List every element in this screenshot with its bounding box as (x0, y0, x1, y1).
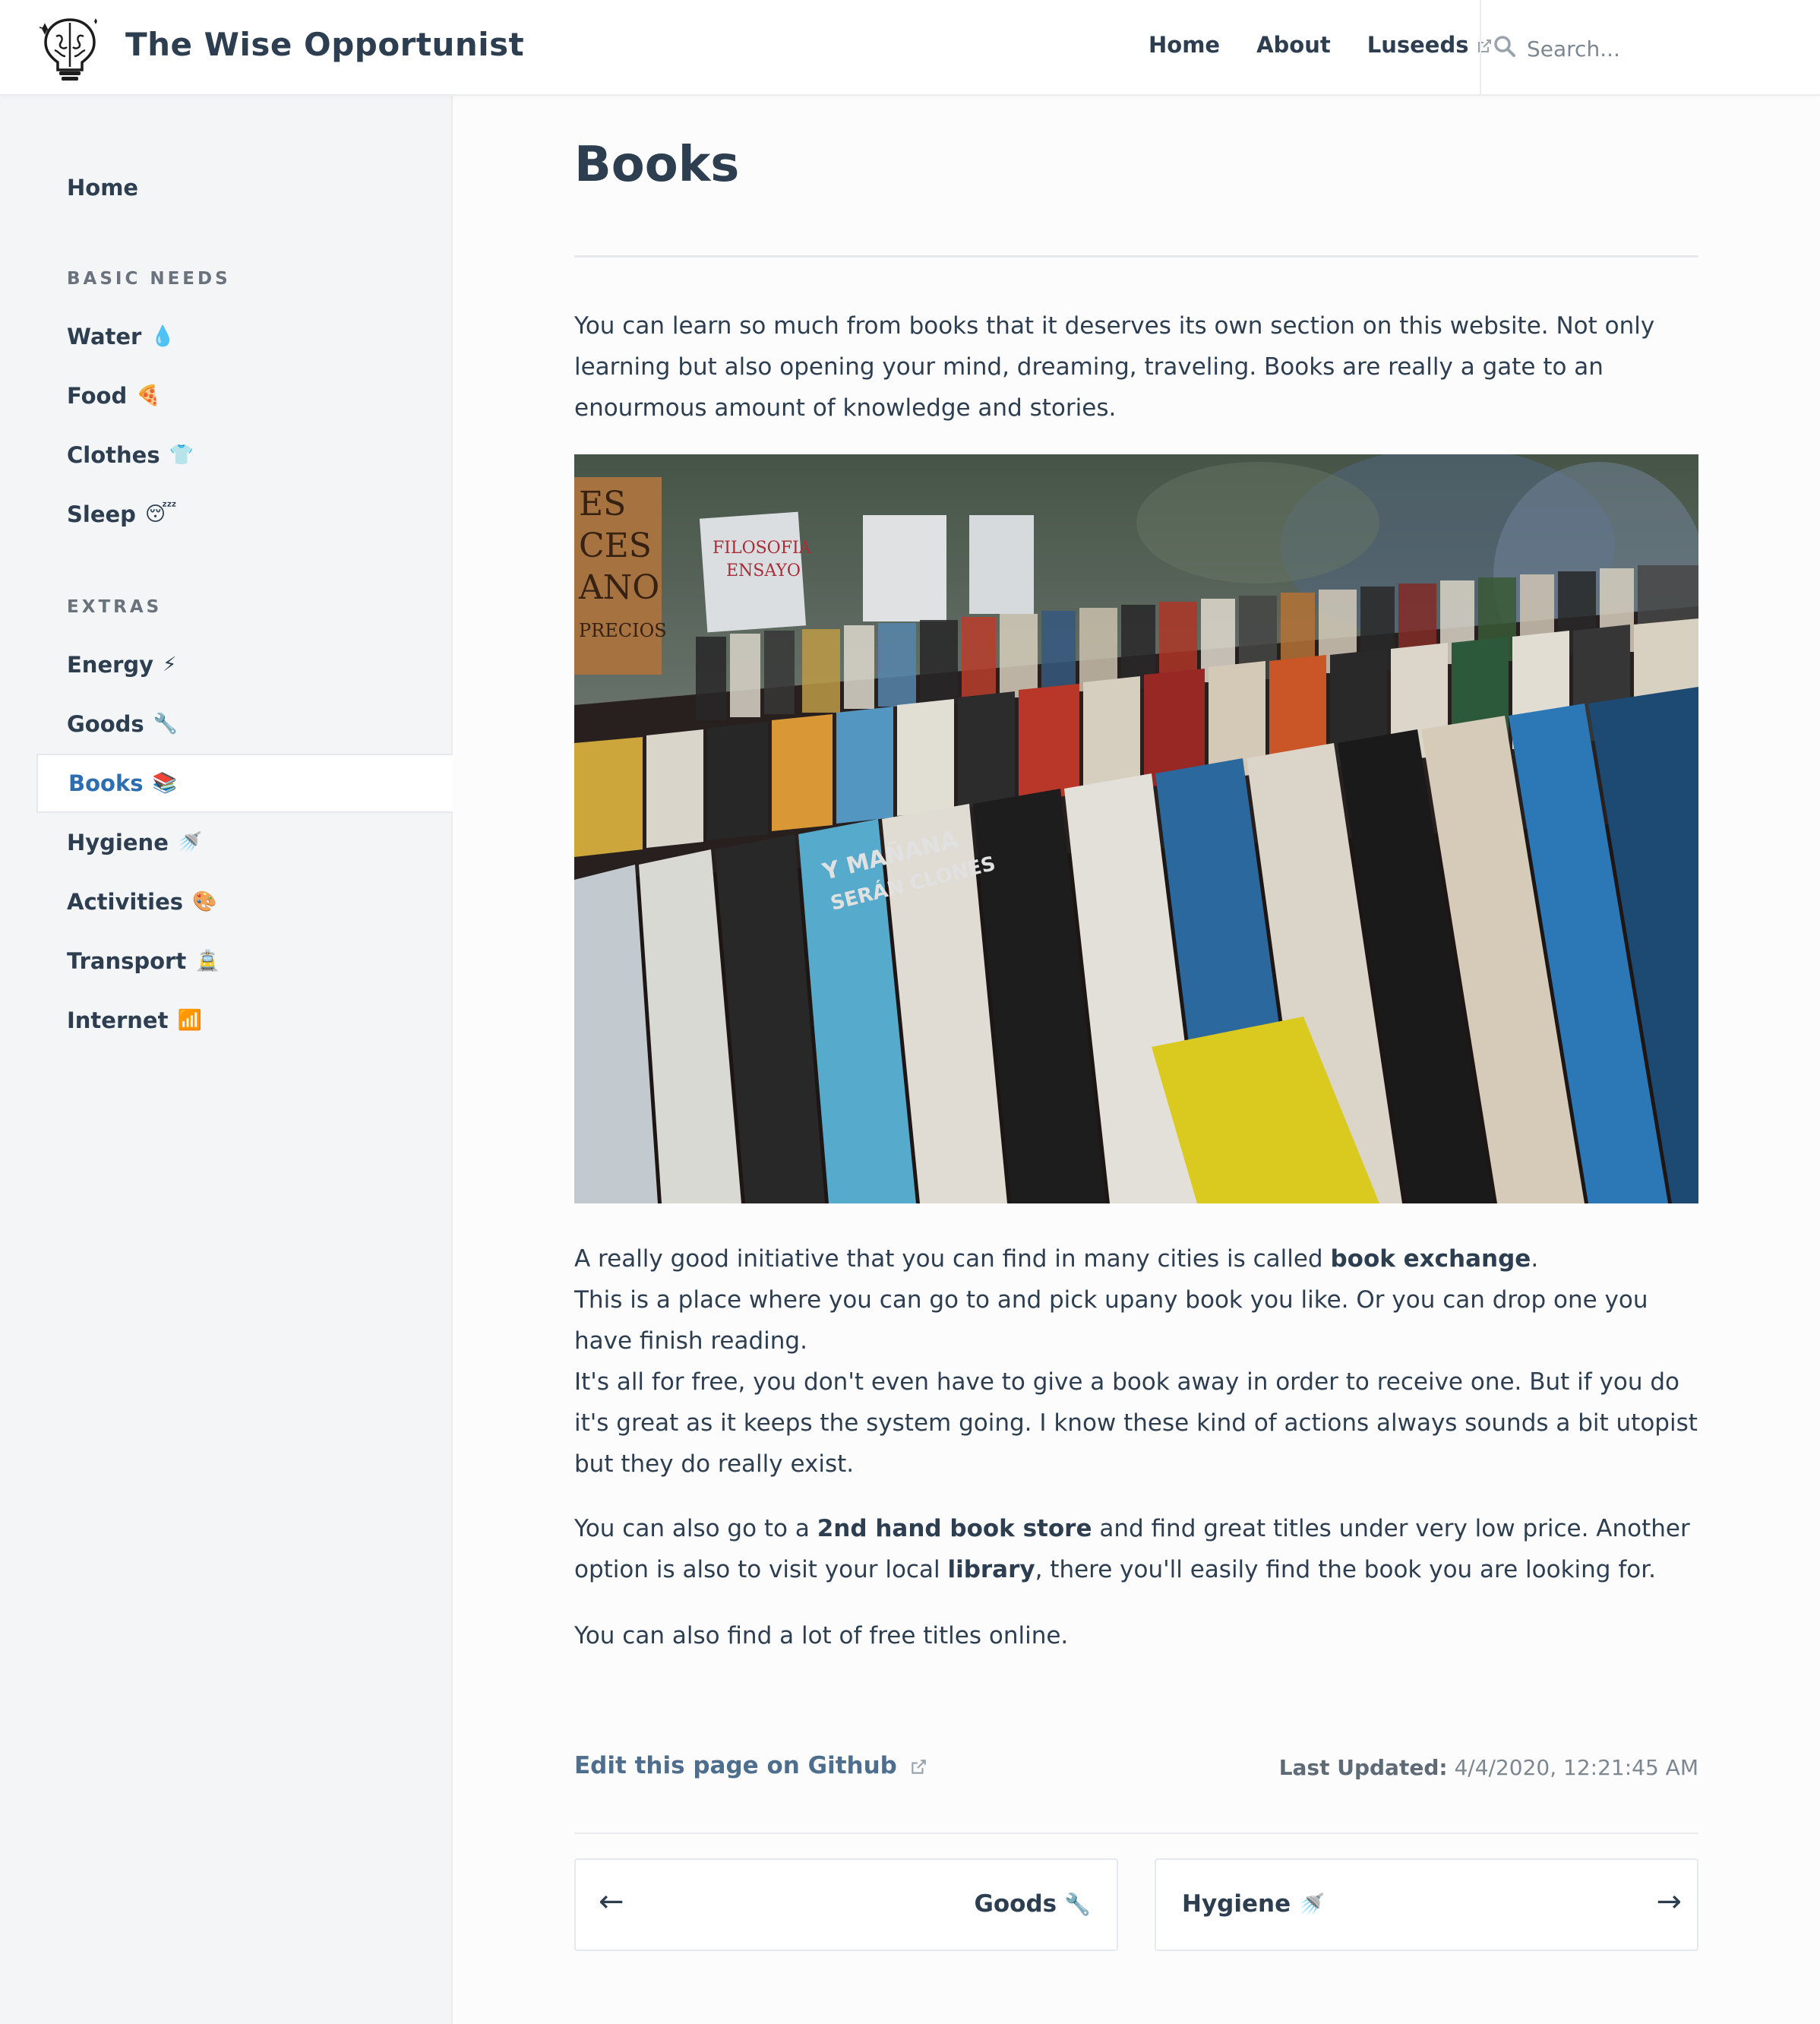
sidebar-item-energy[interactable]: Energy ⚡ (36, 635, 453, 694)
sidebar-item-sleep[interactable]: Sleep 😴 (36, 485, 453, 544)
sidebar-item-goods[interactable]: Goods 🔧 (36, 694, 453, 754)
sidebar-item-transport[interactable]: Transport 🚊 (36, 931, 453, 991)
sidebar-item-home[interactable]: Home (36, 158, 453, 217)
page-title: Books (574, 137, 740, 193)
text-span: A really good initiative that you can fi… (574, 1245, 1331, 1273)
search-input[interactable] (1527, 32, 1785, 65)
prev-page-label: Goods 🔧 (974, 1890, 1091, 1918)
paragraph-line: A really good initiative that you can fi… (574, 1238, 1698, 1279)
free-titles-paragraph: You can also find a lot of free titles o… (574, 1622, 1069, 1649)
search-divider (1480, 0, 1481, 96)
sidebar-item-label: Goods (67, 711, 144, 737)
sidebar-item-label: Sleep (67, 501, 136, 527)
top-navbar: The Wise Opportunist Home About Luseeds (0, 0, 1820, 96)
pizza-icon: 🍕 (136, 384, 161, 407)
wrench-icon: 🔧 (1064, 1892, 1091, 1917)
sidebar-item-label: Books (68, 770, 144, 796)
wrench-icon: 🔧 (153, 713, 179, 735)
arrow-right-icon: → (1656, 1884, 1682, 1919)
tshirt-icon: 👕 (169, 444, 194, 466)
sidebar-item-label: Energy (67, 652, 154, 678)
last-updated-label: Last Updated: (1278, 1755, 1448, 1780)
last-updated-value: 4/4/2020, 12:21:45 AM (1454, 1755, 1698, 1780)
search-icon (1494, 36, 1515, 57)
sidebar-item-books[interactable]: Books 📚 (36, 754, 453, 813)
nav-luseeds-label: Luseeds (1367, 32, 1469, 58)
lightning-icon: ⚡ (163, 653, 177, 676)
arrow-left-icon: ← (599, 1884, 624, 1919)
edit-on-github-link[interactable]: Edit this page on Github (574, 1752, 927, 1779)
footer-divider (574, 1833, 1698, 1834)
books-icon: 📚 (152, 772, 177, 795)
sidebar-item-activities[interactable]: Activities 🎨 (36, 872, 453, 931)
shower-icon: 🚿 (177, 831, 203, 854)
nav-home-link[interactable]: Home (1149, 32, 1220, 58)
sidebar-item-label: Activities (67, 889, 184, 915)
water-drop-icon: 💧 (150, 325, 175, 348)
title-divider (574, 255, 1698, 258)
next-page-title: Hygiene (1182, 1890, 1291, 1918)
prev-page-title: Goods (974, 1890, 1057, 1918)
intro-paragraph: You can learn so much from books that it… (574, 312, 1655, 422)
book-exchange-paragraph: A really good initiative that you can fi… (574, 1238, 1698, 1485)
books-market-photo: ES CES ANO PRECIOS FILOSOFIA ENSAYO Y MA… (574, 454, 1698, 1203)
next-page-link-hygiene[interactable]: Hygiene 🚿 → (1155, 1858, 1698, 1951)
site-title[interactable]: The Wise Opportunist (125, 26, 524, 63)
book-store-paragraph: You can also go to a 2nd hand book store… (574, 1508, 1698, 1590)
sidebar-heading-basic-needs: BASIC NEEDS (67, 269, 231, 289)
main-nav: Home About Luseeds (1149, 32, 1493, 58)
last-updated: Last Updated: 4/4/2020, 12:21:45 AM (1279, 1755, 1698, 1780)
signal-bars-icon: 📶 (177, 1009, 202, 1032)
sidebar-item-label: Water (67, 324, 142, 349)
paragraph-line: This is a place where you can go to and … (574, 1286, 1648, 1355)
sidebar: Home BASIC NEEDS Water 💧 Food 🍕 Clothes 👕 S… (0, 96, 453, 2024)
sidebar-item-water[interactable]: Water 💧 (36, 307, 453, 366)
sidebar-item-label: Hygiene (67, 830, 169, 855)
sleeping-face-icon: 😴 (144, 503, 177, 526)
shower-icon: 🚿 (1298, 1892, 1325, 1917)
palette-icon: 🎨 (192, 890, 217, 913)
text-span: You can also go to a (574, 1515, 817, 1542)
external-link-icon (1478, 40, 1492, 52)
sidebar-item-label: Transport (67, 948, 187, 974)
text-span: . (1531, 1245, 1539, 1273)
sidebar-item-clothes[interactable]: Clothes 👕 (36, 425, 453, 485)
library-emphasis: library (947, 1556, 1035, 1583)
sidebar-item-label: Internet (67, 1007, 169, 1033)
sidebar-item-label: Food (67, 383, 128, 409)
second-hand-store-emphasis: 2nd hand book store (817, 1515, 1092, 1542)
books-photo-illustration: ES CES ANO PRECIOS FILOSOFIA ENSAYO Y MA… (574, 454, 1698, 1203)
sidebar-heading-extras: EXTRAS (67, 597, 163, 617)
nav-luseeds-link[interactable]: Luseeds (1367, 32, 1493, 58)
sidebar-item-food[interactable]: Food 🍕 (36, 366, 453, 425)
next-page-label: Hygiene 🚿 (1182, 1890, 1325, 1918)
nav-about-link[interactable]: About (1256, 32, 1331, 58)
text-span: , there you'll easily find the book you … (1035, 1556, 1656, 1583)
prev-page-link-goods[interactable]: ← Goods 🔧 (574, 1858, 1118, 1951)
brain-lightbulb-logo-icon[interactable] (38, 14, 102, 84)
sidebar-item-label: Clothes (67, 442, 160, 468)
paragraph-line: It's all for free, you don't even have t… (574, 1368, 1698, 1478)
tram-icon: 🚊 (195, 950, 220, 972)
external-link-icon (912, 1759, 926, 1774)
book-exchange-emphasis: book exchange (1330, 1245, 1531, 1273)
sidebar-item-internet[interactable]: Internet 📶 (36, 991, 453, 1050)
edit-link-label: Edit this page on Github (574, 1752, 897, 1779)
sidebar-item-hygiene[interactable]: Hygiene 🚿 (36, 813, 453, 872)
search-box (1493, 32, 1797, 65)
